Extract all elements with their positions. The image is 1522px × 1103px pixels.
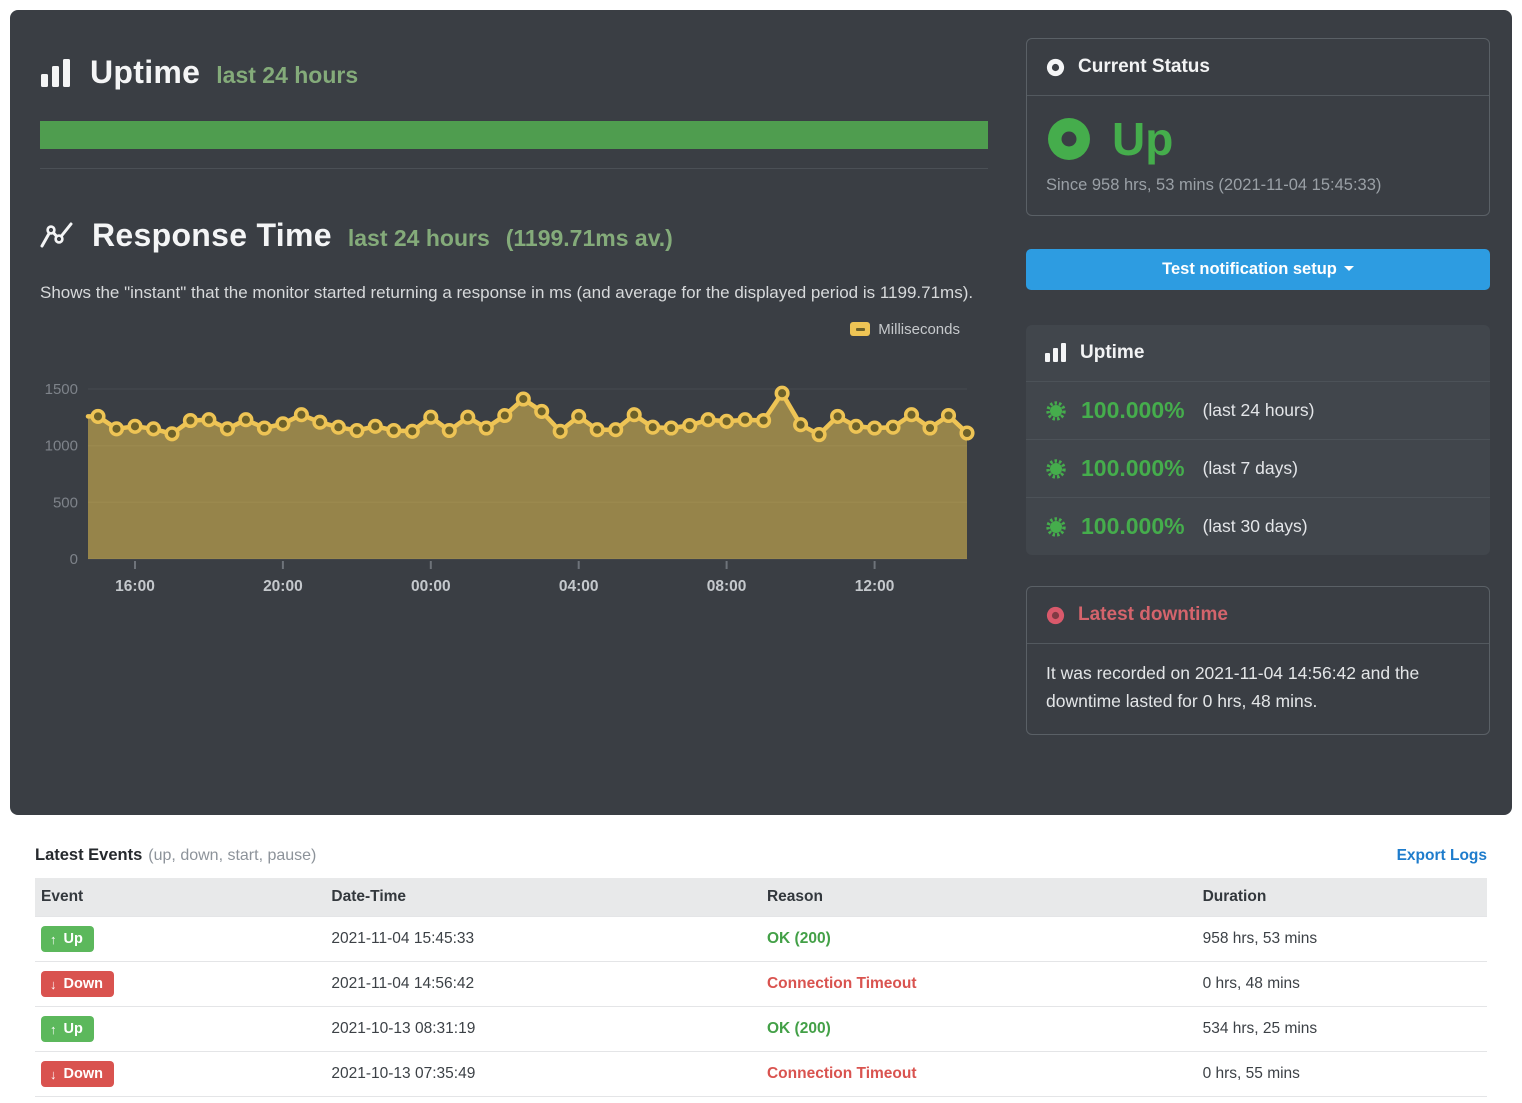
uptime-percent: 100.000% bbox=[1081, 397, 1185, 424]
up-badge: ↑Up bbox=[41, 1016, 94, 1042]
down-badge: ↓Down bbox=[41, 971, 114, 997]
svg-text:1500: 1500 bbox=[45, 381, 78, 398]
status-since-text: Since 958 hrs, 53 mins (2021-11-04 15:45… bbox=[1046, 176, 1470, 195]
events-table: Event Date-Time Reason Duration ↑Up 2021… bbox=[35, 878, 1487, 1097]
bar-chart-small-icon bbox=[1045, 343, 1067, 363]
uptime-period: (last 30 days) bbox=[1203, 516, 1308, 537]
column-header-reason: Reason bbox=[761, 878, 1197, 917]
up-badge: ↑Up bbox=[41, 926, 94, 952]
current-status-panel: Current Status Up Since 958 hrs, 53 mins… bbox=[1026, 38, 1490, 216]
uptime-stats-panel: Uptime 100.000% (last 24 hours) 100.000%… bbox=[1026, 325, 1490, 555]
table-row: ↑Up 2021-11-04 15:45:33 OK (200) 958 hrs… bbox=[35, 917, 1487, 962]
uptime-percent: 100.000% bbox=[1081, 455, 1185, 482]
response-section-title: Response Time bbox=[92, 217, 332, 254]
svg-text:1000: 1000 bbox=[45, 437, 78, 454]
export-logs-link[interactable]: Export Logs bbox=[1397, 847, 1487, 865]
column-header-datetime: Date-Time bbox=[325, 878, 761, 917]
activity-line-icon bbox=[40, 220, 76, 252]
monitor-main-column: Uptime last 24 hours Response Time last … bbox=[40, 38, 988, 787]
svg-text:20:00: 20:00 bbox=[263, 578, 303, 595]
response-time-plot: 0 500 1000 1500 16:00 20:00 00:00 04:00 08:00 12:… bbox=[40, 349, 988, 605]
monitor-panel: Uptime last 24 hours Response Time last … bbox=[10, 10, 1512, 815]
uptime-row-30d: 100.000% (last 30 days) bbox=[1026, 497, 1490, 555]
uptime-percent: 100.000% bbox=[1081, 513, 1185, 540]
latest-downtime-header: Latest downtime bbox=[1027, 587, 1489, 644]
uptime-section-title: Uptime bbox=[90, 54, 200, 91]
bar-chart-icon bbox=[40, 58, 74, 88]
event-reason: Connection Timeout bbox=[767, 1065, 917, 1082]
event-reason: Connection Timeout bbox=[767, 975, 917, 992]
response-section-header: Response Time last 24 hours (1199.71ms a… bbox=[40, 217, 988, 254]
event-reason: OK (200) bbox=[767, 1020, 831, 1037]
response-section-subtitle: last 24 hours bbox=[348, 225, 490, 252]
current-status-header: Current Status bbox=[1027, 39, 1489, 96]
latest-downtime-title: Latest downtime bbox=[1078, 604, 1228, 626]
chevron-down-icon bbox=[1344, 266, 1354, 276]
arrow-down-icon: ↓ bbox=[50, 977, 57, 992]
section-divider bbox=[40, 168, 988, 169]
uptime-section-subtitle: last 24 hours bbox=[216, 62, 358, 89]
legend-label: Milliseconds bbox=[878, 321, 960, 338]
latest-downtime-panel: Latest downtime It was recorded on 2021-… bbox=[1026, 586, 1490, 735]
event-datetime: 2021-10-13 08:31:19 bbox=[325, 1007, 761, 1052]
event-duration: 0 hrs, 55 mins bbox=[1197, 1052, 1487, 1097]
svg-text:12:00: 12:00 bbox=[855, 578, 895, 595]
uptime-period: (last 24 hours) bbox=[1203, 400, 1315, 421]
svg-text:04:00: 04:00 bbox=[559, 578, 599, 595]
svg-text:500: 500 bbox=[53, 494, 78, 511]
uptime-section-header: Uptime last 24 hours bbox=[40, 54, 988, 91]
event-reason: OK (200) bbox=[767, 930, 831, 947]
current-status-body: Up Since 958 hrs, 53 mins (2021-11-04 15… bbox=[1027, 96, 1489, 215]
status-bullseye-icon bbox=[1046, 58, 1065, 77]
event-duration: 958 hrs, 53 mins bbox=[1197, 917, 1487, 962]
test-notification-setup-button[interactable]: Test notification setup bbox=[1026, 249, 1490, 290]
events-table-header-row: Event Date-Time Reason Duration bbox=[35, 878, 1487, 917]
uptime-row-24h: 100.000% (last 24 hours) bbox=[1026, 381, 1490, 439]
event-duration: 534 hrs, 25 mins bbox=[1197, 1007, 1487, 1052]
up-status-icon bbox=[1046, 116, 1092, 162]
monitor-sidebar: Current Status Up Since 958 hrs, 53 mins… bbox=[1026, 38, 1490, 787]
response-description: Shows the "instant" that the monitor sta… bbox=[40, 279, 995, 307]
table-row: ↓Down 2021-11-04 14:56:42 Connection Tim… bbox=[35, 962, 1487, 1007]
response-average-note: (1199.71ms av.) bbox=[506, 225, 673, 252]
uptime-period: (last 7 days) bbox=[1203, 458, 1298, 479]
chart-legend[interactable]: Milliseconds bbox=[850, 321, 960, 338]
downtime-bullseye-icon bbox=[1046, 606, 1065, 625]
arrow-up-icon: ↑ bbox=[50, 1022, 57, 1037]
event-datetime: 2021-10-13 07:35:49 bbox=[325, 1052, 761, 1097]
svg-text:08:00: 08:00 bbox=[707, 578, 747, 595]
uptime-stats-header: Uptime bbox=[1026, 325, 1490, 381]
latest-events-section: Latest Events (up, down, start, pause) E… bbox=[0, 815, 1522, 1097]
seal-icon bbox=[1045, 400, 1067, 422]
uptime-row-7d: 100.000% (last 7 days) bbox=[1026, 439, 1490, 497]
event-datetime: 2021-11-04 14:56:42 bbox=[325, 962, 761, 1007]
table-row: ↑Up 2021-10-13 08:31:19 OK (200) 534 hrs… bbox=[35, 1007, 1487, 1052]
seal-icon bbox=[1045, 516, 1067, 538]
event-datetime: 2021-11-04 15:45:33 bbox=[325, 917, 761, 962]
response-time-chart: Milliseconds 0 500 1000 1500 16:00 20:00 00:00… bbox=[40, 313, 988, 605]
column-header-event: Event bbox=[35, 878, 325, 917]
legend-swatch-icon bbox=[850, 322, 870, 336]
uptime-stats-title: Uptime bbox=[1080, 342, 1144, 364]
svg-text:16:00: 16:00 bbox=[115, 578, 155, 595]
status-value: Up bbox=[1112, 112, 1173, 166]
arrow-up-icon: ↑ bbox=[50, 932, 57, 947]
svg-text:0: 0 bbox=[70, 551, 78, 568]
svg-text:00:00: 00:00 bbox=[411, 578, 451, 595]
current-status-title: Current Status bbox=[1078, 56, 1210, 78]
event-duration: 0 hrs, 48 mins bbox=[1197, 962, 1487, 1007]
seal-icon bbox=[1045, 458, 1067, 480]
arrow-down-icon: ↓ bbox=[50, 1067, 57, 1082]
latest-events-subtitle: (up, down, start, pause) bbox=[148, 847, 316, 865]
uptime-progress-bar bbox=[40, 121, 988, 149]
column-header-duration: Duration bbox=[1197, 878, 1487, 917]
table-row: ↓Down 2021-10-13 07:35:49 Connection Tim… bbox=[35, 1052, 1487, 1097]
latest-downtime-text: It was recorded on 2021-11-04 14:56:42 a… bbox=[1027, 644, 1489, 734]
test-notification-label: Test notification setup bbox=[1162, 260, 1337, 278]
down-badge: ↓Down bbox=[41, 1061, 114, 1087]
latest-events-title: Latest Events bbox=[35, 846, 142, 865]
